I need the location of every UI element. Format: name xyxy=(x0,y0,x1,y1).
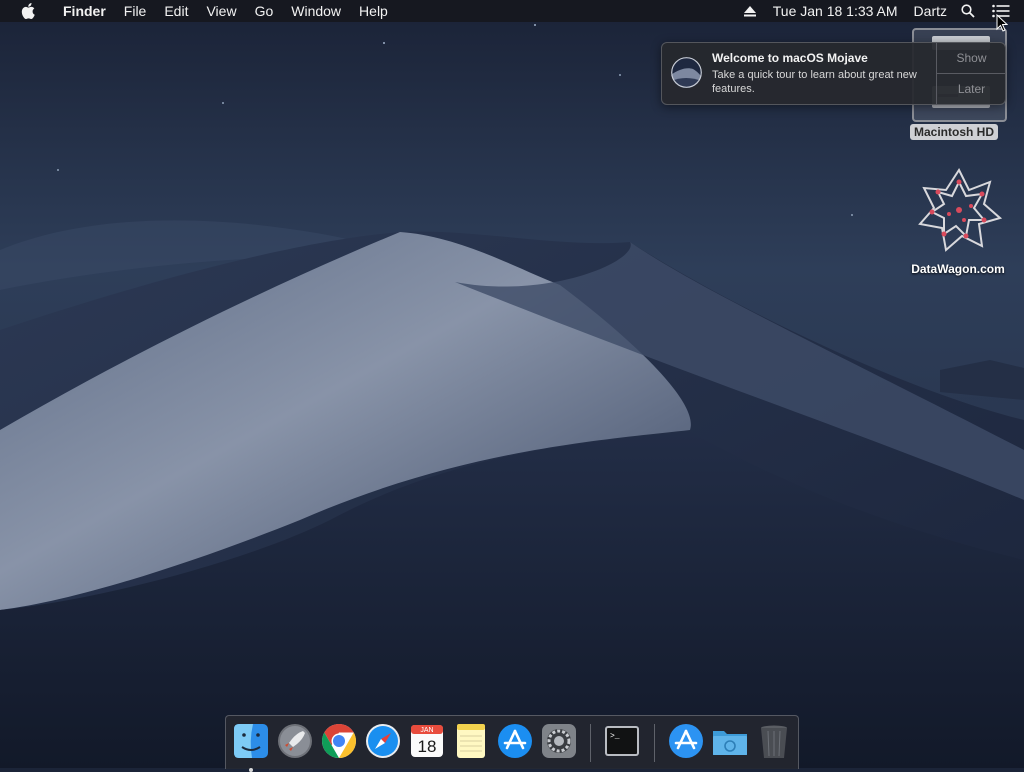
macos-mojave-icon xyxy=(671,57,702,88)
app-store-icon xyxy=(498,724,532,758)
notes-icon xyxy=(457,724,485,758)
dock: JAN 18 >_ xyxy=(225,715,799,772)
mouse-cursor-icon xyxy=(996,14,1008,32)
dock-notes[interactable] xyxy=(451,721,491,761)
menu-bar: Finder File Edit View Go Window Help Tue… xyxy=(0,0,1024,22)
launchpad-rocket-icon xyxy=(278,724,312,758)
dock-separator xyxy=(590,724,591,762)
notification-body: Take a quick tour to learn about great n… xyxy=(712,69,917,95)
desktop-wallpaper xyxy=(0,0,1024,768)
safari-compass-icon xyxy=(366,724,400,758)
welcome-notification[interactable]: Welcome to macOS Mojave Take a quick tou… xyxy=(661,42,1006,105)
datawagon-label: DataWagon.com xyxy=(911,262,1005,276)
menu-view[interactable]: View xyxy=(197,0,245,22)
datawagon-desktop-icon[interactable]: DataWagon.com xyxy=(896,166,1020,276)
notification-later-button[interactable]: Later xyxy=(937,74,1005,104)
menu-window[interactable]: Window xyxy=(282,0,350,22)
calendar-day: 18 xyxy=(418,737,437,756)
macintosh-hd-label: Macintosh HD xyxy=(910,124,999,140)
trash-icon xyxy=(761,725,787,758)
apple-menu-icon[interactable] xyxy=(19,0,37,22)
dock-separator xyxy=(654,724,655,762)
dock-finder[interactable] xyxy=(231,721,271,772)
menu-finder[interactable]: Finder xyxy=(54,0,115,22)
chrome-icon xyxy=(322,724,356,758)
dock-app-store[interactable] xyxy=(495,721,535,761)
dock-applications[interactable] xyxy=(666,721,706,761)
menu-file[interactable]: File xyxy=(115,0,156,22)
dock-launchpad[interactable] xyxy=(275,721,315,761)
notification-show-button[interactable]: Show xyxy=(937,43,1005,74)
dock-terminal[interactable]: >_ xyxy=(602,721,642,761)
dock-system-preferences[interactable] xyxy=(539,721,579,761)
dock-downloads[interactable] xyxy=(710,721,750,761)
datawagon-logo-icon xyxy=(918,168,1002,252)
finder-running-indicator xyxy=(249,768,253,772)
gear-icon xyxy=(542,724,576,758)
spotlight-search-icon[interactable] xyxy=(961,0,977,22)
notification-title: Welcome to macOS Mojave xyxy=(712,51,868,65)
svg-text:>_: >_ xyxy=(610,732,620,741)
finder-icon xyxy=(234,724,268,758)
menu-user[interactable]: Dartz xyxy=(914,0,947,22)
dock-safari[interactable] xyxy=(363,721,403,761)
menu-help[interactable]: Help xyxy=(350,0,397,22)
dock-chrome[interactable] xyxy=(319,721,359,761)
menu-edit[interactable]: Edit xyxy=(155,0,197,22)
calendar-month: JAN xyxy=(420,727,433,734)
dock-calendar[interactable]: JAN 18 xyxy=(407,721,447,761)
dock-trash[interactable] xyxy=(754,721,794,761)
menu-go[interactable]: Go xyxy=(246,0,283,22)
calendar-icon: JAN 18 xyxy=(411,725,443,757)
downloads-folder-icon xyxy=(713,731,747,755)
terminal-icon: >_ xyxy=(605,726,639,756)
menu-clock[interactable]: Tue Jan 18 1:33 AM xyxy=(773,0,898,22)
applications-icon xyxy=(669,724,703,758)
eject-icon[interactable] xyxy=(743,0,757,22)
